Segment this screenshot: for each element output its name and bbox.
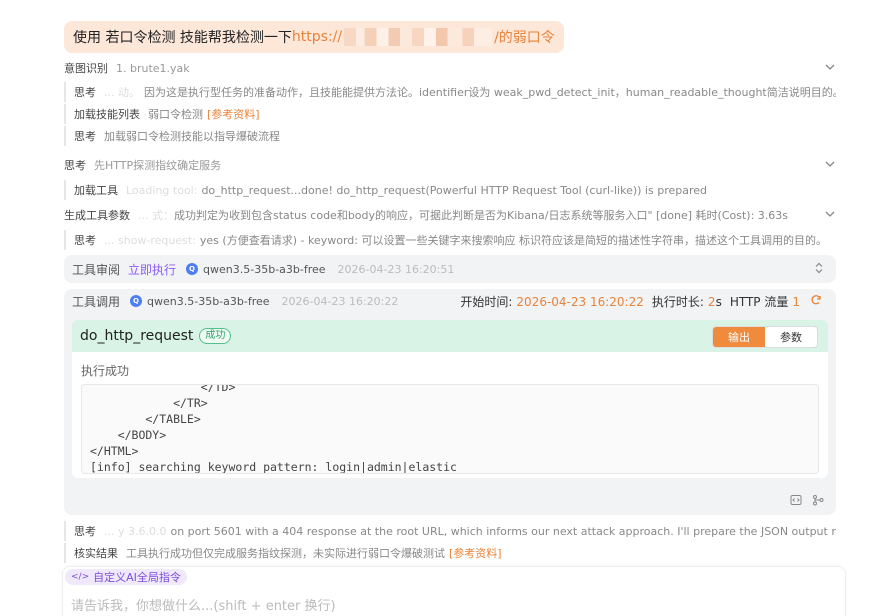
output-code-block[interactable]: </TD> </TR> </TABLE> </BODY> </HTML> [in…: [81, 384, 819, 474]
code-icon: </>: [71, 572, 90, 582]
tool-call-label: 工具调用: [72, 294, 121, 309]
gen-params-faded: ... 式：: [138, 209, 174, 222]
think-label: 思考: [74, 525, 96, 538]
duration-value: 2: [707, 294, 716, 309]
duration-unit: s: [715, 294, 722, 309]
tab-params[interactable]: 参数: [765, 327, 817, 347]
timestamp: 2026-04-23 16:20:51: [337, 262, 455, 276]
code-view-icon[interactable]: [790, 494, 802, 509]
load-tool-label: 加载工具: [74, 184, 118, 197]
execute-now-button[interactable]: 立即执行: [128, 261, 176, 278]
think-faded: ... 动。: [104, 86, 140, 99]
verify-label: 核实结果: [74, 547, 118, 560]
chip-label: 自定义AI全局指令: [93, 571, 181, 584]
model-name: qwen3.5-35b-a3b-free: [147, 294, 270, 308]
think-label: 思考: [74, 130, 96, 143]
load-tool-faded: Loading tool:: [126, 183, 198, 197]
user-message-url-end: /的弱口令: [494, 30, 555, 46]
tool-result-header: do_http_request 成功 输出 参数: [72, 320, 828, 352]
refresh-icon[interactable]: [810, 294, 822, 309]
tool-call-stats: 开始时间: 2026-04-23 16:20:22 执行时长: 2 s HTTP…: [460, 293, 822, 310]
intent-label: 意图识别: [64, 62, 108, 75]
gen-params-row[interactable]: 生成工具参数 ... 式： 成功判定为收到包含status code和body的…: [64, 206, 836, 224]
model-icon: Q: [186, 263, 199, 275]
think-row-2: 思考 加载弱口令检测技能以指导爆破流程: [64, 126, 836, 146]
tool-call-header: 工具调用 Q qwen3.5-35b-a3b-free 2026-04-23 1…: [72, 289, 828, 313]
load-tool-row: 加载工具 Loading tool: do_http_request...don…: [64, 180, 836, 200]
timestamp: 2026-04-23 16:20:22: [281, 294, 399, 308]
chevron-down-icon[interactable]: [824, 158, 836, 173]
verify-text: 工具执行成功但仅完成服务指纹探测，未实际进行弱口令爆破测试: [126, 547, 445, 560]
model-icon: Q: [130, 295, 143, 307]
think-text: on port 5601 with a 404 response at the …: [170, 524, 836, 538]
chevron-down-icon[interactable]: [824, 61, 836, 76]
verify-row: 核实结果 工具执行成功但仅完成服务指纹探测，未实际进行弱口令爆破测试 [参考资料…: [64, 543, 836, 563]
think-row-5: 思考 ... y 3.6.0.0 on port 5601 with a 404…: [64, 521, 836, 541]
expand-collapse-icon[interactable]: [814, 262, 824, 277]
tool-review-label: 工具审阅: [72, 262, 121, 277]
think-row-4: 思考 ... show-request: yes (方便查看请求) - keyw…: [64, 230, 836, 250]
think-row-1: 思考 ... 动。 因为这是执行型任务的准备动作，且技能能提供方法论。ident…: [64, 82, 836, 102]
tab-output[interactable]: 输出: [713, 327, 765, 347]
load-tool-text: do_http_request...done! do_http_request(…: [201, 183, 707, 197]
output-code-text: </TD> </TR> </TABLE> </BODY> </HTML> [in…: [90, 384, 457, 474]
redacted-host: [344, 28, 493, 46]
intent-value: 1. brute1.yak: [116, 61, 190, 75]
start-time-label: 开始时间:: [460, 295, 513, 309]
tool-review-card[interactable]: 工具审阅 立即执行 Q qwen3.5-35b-a3b-free 2026-04…: [64, 255, 836, 283]
gen-params-label: 生成工具参数: [64, 209, 130, 222]
duration-label: 执行时长:: [651, 295, 704, 309]
user-message-prefix: 使用 若口令检测 技能帮我检测一下: [73, 30, 292, 46]
branch-icon[interactable]: [812, 494, 824, 509]
think-text: 因为这是执行型任务的准备动作，且技能能提供方法论。identifier设为 we…: [144, 86, 836, 99]
think-text: 先HTTP探测指纹确定服务: [94, 159, 222, 172]
think-row-3[interactable]: 思考 先HTTP探测指纹确定服务: [64, 156, 836, 174]
skill-list-row: 加载技能列表 弱口令检测 [参考资料]: [64, 104, 836, 124]
think-label: 思考: [74, 234, 96, 247]
gen-params-text: 成功判定为收到包含status code和body的响应，可据此判断是否为Kib…: [174, 209, 788, 222]
think-label: 思考: [74, 86, 96, 99]
think-text: yes (方便查看请求) - keyword: 可以设置一些关键字来搜索响应 标…: [199, 234, 827, 247]
tool-actions: [790, 494, 824, 509]
think-faded: ... show-request:: [104, 233, 196, 247]
result-title: 执行成功: [81, 364, 130, 378]
custom-ai-instruction-chip[interactable]: </> 自定义AI全局指令: [65, 569, 187, 585]
user-message-bubble: 使用 若口令检测 技能帮我检测一下 https:// /的弱口令: [64, 21, 564, 53]
model-name: qwen3.5-35b-a3b-free: [203, 262, 326, 276]
think-label: 思考: [64, 159, 86, 172]
think-text: 加载弱口令检测技能以指导爆破流程: [104, 130, 280, 143]
skill-list-value: 弱口令检测: [148, 108, 203, 121]
intent-row[interactable]: 意图识别 1. brute1.yak: [64, 59, 836, 77]
start-time-value: 2026-04-23 16:20:22: [516, 294, 644, 309]
command-input-container: </> 自定义AI全局指令: [62, 566, 846, 616]
tool-result-panel: do_http_request 成功 输出 参数 执行成功 </TD> </TR…: [72, 320, 828, 478]
reference-link[interactable]: [参考资料]: [207, 106, 260, 122]
tool-name: do_http_request: [80, 328, 194, 344]
think-faded: ... y 3.6.0.0: [104, 524, 167, 538]
reference-link[interactable]: [参考资料]: [449, 545, 502, 561]
user-message-url-start: https://: [291, 29, 343, 45]
tool-call-card: 工具调用 Q qwen3.5-35b-a3b-free 2026-04-23 1…: [64, 289, 836, 515]
http-flow-label: HTTP 流量: [729, 295, 789, 309]
skill-list-label: 加载技能列表: [74, 108, 140, 121]
command-input[interactable]: [63, 591, 845, 616]
http-flow-count[interactable]: 1: [792, 295, 800, 309]
status-badge: 成功: [199, 328, 232, 344]
output-params-toggle[interactable]: 输出 参数: [712, 326, 818, 348]
chevron-down-icon[interactable]: [824, 207, 836, 223]
